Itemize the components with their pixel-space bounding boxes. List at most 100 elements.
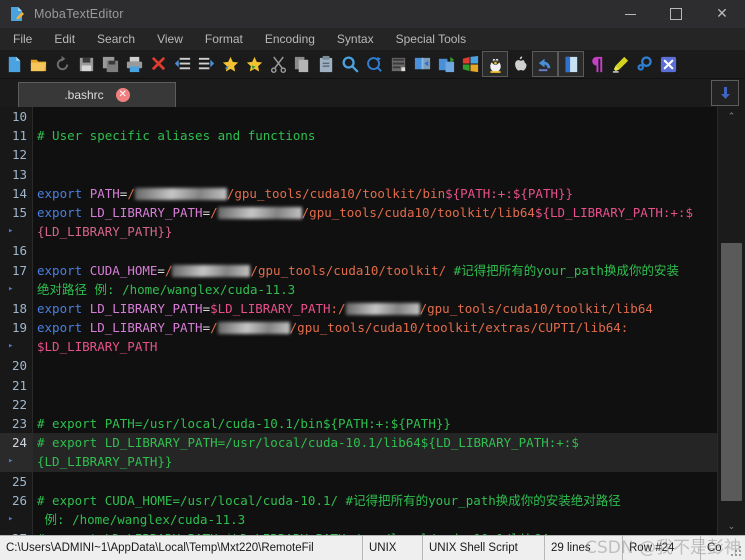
open-folder-button[interactable] (26, 52, 50, 76)
code-token: / (210, 204, 218, 220)
status-file-path: C:\Users\ADMINI~1\AppData\Local\Temp\Mxt… (0, 536, 363, 560)
menu-view[interactable]: View (146, 30, 194, 48)
code-line[interactable]: $LD_LIBRARY_PATH (33, 337, 717, 356)
code-line[interactable]: export LD_LIBRARY_PATH=/ /gpu_tools/cuda1… (33, 203, 717, 222)
code-line[interactable]: # export CUDA_HOME=/usr/local/cuda-10.1/… (33, 491, 717, 510)
new-file-button[interactable] (2, 52, 26, 76)
grip-dot (739, 546, 741, 548)
resize-grip[interactable] (731, 546, 743, 558)
scroll-down-button[interactable]: ⌄ (718, 517, 745, 535)
menu-format[interactable]: Format (194, 30, 254, 48)
code-line[interactable]: 绝对路径 例: /home/wanglex/cuda-11.3 (33, 280, 717, 299)
editor[interactable]: 101112131415▸1617▸1819▸2021222324▸2526▸2… (0, 107, 717, 535)
code-line[interactable] (33, 376, 717, 395)
reload-icon (56, 55, 68, 70)
vertical-scrollbar[interactable]: ⌃ ⌄ (717, 107, 745, 535)
save-all-button[interactable] (98, 52, 122, 76)
bookmark-star-button[interactable] (218, 52, 242, 76)
code-line[interactable] (33, 356, 717, 375)
settings-gear-icon (636, 55, 652, 71)
toolbar (0, 50, 745, 79)
menu-file[interactable]: File (2, 30, 43, 48)
menu-syntax[interactable]: Syntax (326, 30, 385, 48)
line-number: 12 (11, 147, 27, 163)
code-token: CUDA_HOME (89, 262, 158, 278)
code-line[interactable] (33, 145, 717, 164)
tab-bashrc[interactable]: .bashrc ✕ (18, 82, 176, 107)
line-number: 21 (11, 377, 27, 393)
grip-dot (735, 554, 737, 556)
scrollbar-track[interactable] (718, 125, 745, 517)
outdent-button[interactable] (170, 52, 194, 76)
split-view-button[interactable] (558, 51, 584, 77)
print-button[interactable] (122, 52, 146, 76)
undo-button[interactable] (532, 51, 558, 77)
compare-button[interactable] (434, 52, 458, 76)
word-wrap-icon (414, 57, 430, 69)
moba-text-editor-window: MobaTextEditor ✕ File Edit Search View Forma… (0, 0, 745, 560)
copy-button[interactable] (290, 52, 314, 76)
apple-logo-button[interactable] (508, 52, 532, 76)
outdent-icon (174, 57, 190, 69)
tab-scroll-down-button[interactable] (711, 80, 739, 106)
goto-line-button[interactable] (386, 52, 410, 76)
menu-search[interactable]: Search (86, 30, 146, 48)
word-wrap-button[interactable] (410, 52, 434, 76)
new-file-icon (8, 56, 20, 72)
line-wrap-marker: ▸ (8, 226, 14, 237)
reload-button[interactable] (50, 52, 74, 76)
scroll-up-button[interactable]: ⌃ (718, 107, 745, 125)
find-icon (342, 56, 358, 72)
highlighter-button[interactable] (608, 52, 632, 76)
code-line[interactable]: # User specific aliases and functions (33, 126, 717, 145)
settings-gear-button[interactable] (632, 52, 656, 76)
save-button[interactable] (74, 52, 98, 76)
exit-icon (660, 56, 676, 72)
find-replace-button[interactable] (362, 52, 386, 76)
menu-encoding[interactable]: Encoding (254, 30, 326, 48)
exit-button[interactable] (656, 52, 680, 76)
minimize-button[interactable] (607, 0, 653, 28)
tab-label: .bashrc (64, 88, 104, 102)
code-line[interactable]: {LD_LIBRARY_PATH}} (33, 222, 717, 241)
code-line[interactable]: export LD_LIBRARY_PATH=$LD_LIBRARY_PATH:… (33, 299, 717, 318)
find-button[interactable] (338, 52, 362, 76)
code-token: ${LD_LIBRARY_PATH:+:$ (534, 204, 693, 220)
code-token: 例: /home/wanglex/cuda-11.3 (37, 511, 246, 527)
code-line[interactable]: {LD_LIBRARY_PATH}} (33, 452, 717, 472)
code-token: LD_LIBRARY_PATH (89, 320, 203, 336)
save-icon (79, 57, 93, 71)
close-file-button[interactable] (146, 52, 170, 76)
linux-tux-button[interactable] (482, 51, 508, 77)
arrow-down-icon (721, 87, 730, 99)
scrollbar-thumb[interactable] (721, 243, 742, 501)
code-line[interactable] (33, 165, 717, 184)
paste-button[interactable] (314, 52, 338, 76)
indent-button[interactable] (194, 52, 218, 76)
code-line[interactable]: export LD_LIBRARY_PATH=/ /gpu_tools/cuda1… (33, 318, 717, 337)
status-line-count: 29 lines (545, 536, 623, 560)
close-icon: ✕ (716, 6, 728, 22)
windows-logo-button[interactable] (458, 52, 482, 76)
tab-close-icon[interactable]: ✕ (115, 88, 130, 102)
pilcrow-button[interactable] (584, 52, 608, 76)
code-view[interactable]: # User specific aliases and functions ex… (33, 107, 717, 535)
code-line[interactable] (33, 395, 717, 414)
code-line[interactable] (33, 107, 717, 126)
bookmark-star-icon (222, 56, 238, 72)
code-line[interactable]: export CUDA_HOME=/ /gpu_tools/cuda10/tool… (33, 261, 717, 280)
code-line[interactable]: export PATH=//gpu_tools/cuda10/toolkit/b… (33, 184, 717, 203)
menu-special-tools[interactable]: Special Tools (385, 30, 478, 48)
code-line[interactable] (33, 472, 717, 491)
code-line[interactable]: 例: /home/wanglex/cuda-11.3 (33, 510, 717, 529)
cut-button[interactable] (266, 52, 290, 76)
menu-edit[interactable]: Edit (43, 30, 86, 48)
bookmark-star-next-button[interactable] (242, 52, 266, 76)
code-token: # export PATH=/usr/local/cuda-10.1/bin${… (37, 416, 451, 431)
code-line[interactable]: # export PATH=/usr/local/cuda-10.1/bin${… (33, 414, 717, 433)
code-line[interactable]: # export LD_LIBRARY_PATH=/usr/local/cuda… (33, 433, 717, 453)
code-line[interactable] (33, 241, 717, 260)
compare-icon (438, 56, 454, 72)
maximize-button[interactable] (653, 0, 699, 28)
close-button[interactable]: ✕ (699, 0, 745, 28)
